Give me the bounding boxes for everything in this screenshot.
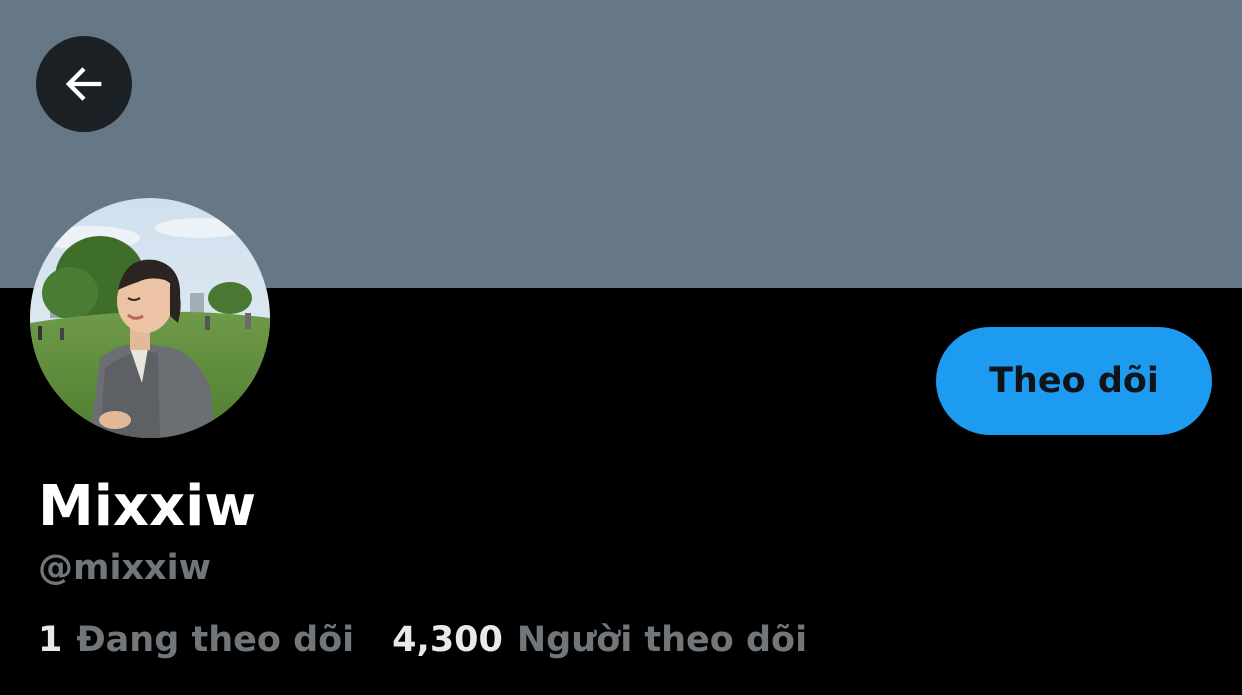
follow-button[interactable]: Theo dõi — [936, 327, 1212, 435]
following-count: 1 — [38, 620, 63, 660]
back-button[interactable] — [36, 36, 132, 132]
followers-count: 4,300 — [392, 620, 503, 660]
avatar-photo — [30, 198, 270, 438]
followers-label: Người theo dõi — [516, 620, 808, 660]
profile-page: Theo dõi Mixxiw @mixxiw 1 Đang theo dõi … — [0, 0, 1242, 695]
followers-link[interactable]: 4,300 Người theo dõi — [392, 615, 807, 665]
display-name: Mixxiw — [38, 474, 257, 539]
following-link[interactable]: 1 Đang theo dõi — [38, 615, 354, 665]
user-handle: @mixxiw — [38, 548, 211, 588]
avatar[interactable] — [30, 198, 270, 438]
following-label: Đang theo dõi — [76, 620, 355, 660]
arrow-left-icon — [58, 58, 110, 110]
follow-stats: 1 Đang theo dõi 4,300 Người theo dõi — [38, 615, 807, 665]
